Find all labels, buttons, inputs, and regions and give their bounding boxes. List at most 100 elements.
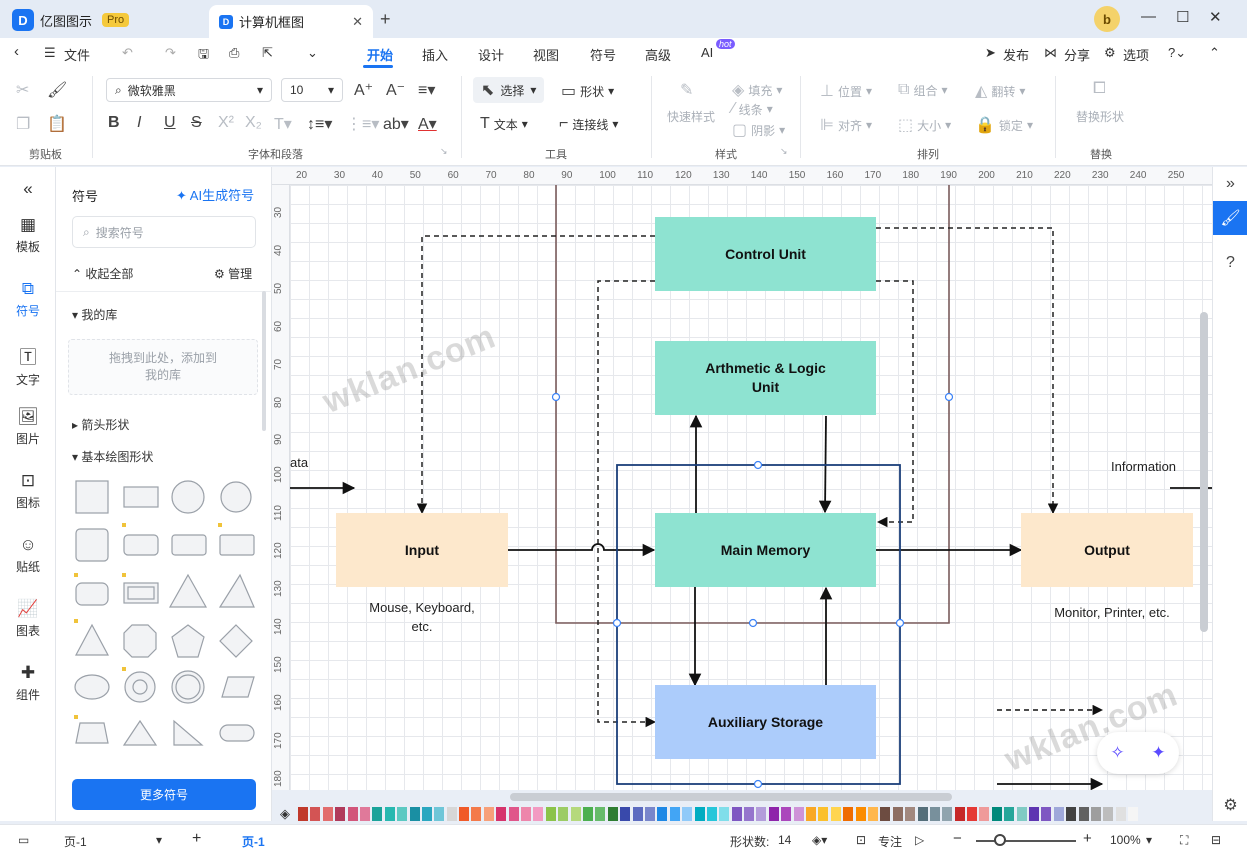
symbol-search-input[interactable]: ⌕ 搜索符号 [72,216,256,248]
color-swatch[interactable] [483,807,494,821]
color-swatch[interactable] [830,807,841,821]
color-swatch[interactable] [298,807,308,821]
paste-icon[interactable]: 📋 [47,114,67,134]
color-swatch[interactable] [929,807,940,821]
text-tool-button[interactable]: T 文本 ▾ [480,115,528,133]
tab-symbol[interactable]: 符号 [590,45,616,64]
page-tab-active[interactable]: 页-1 [242,833,265,850]
quick-style-icon[interactable]: ✎ [680,80,693,100]
tab-advanced[interactable]: 高级 [645,45,671,64]
bold-icon[interactable]: B [108,114,120,132]
color-swatch[interactable] [595,807,606,821]
color-swatch[interactable] [471,807,482,821]
rail-item-images[interactable]: 🖼 图片 [0,407,56,447]
my-library-drop-zone[interactable]: 拖拽到此处，添加到 我的库 [68,339,258,395]
color-swatch[interactable] [384,807,395,821]
undo-icon[interactable]: ↶ [122,45,133,61]
fit-page-icon[interactable]: ⛶ [1180,833,1188,848]
color-swatch[interactable] [1091,807,1101,821]
color-swatch[interactable] [496,807,507,821]
options-button[interactable]: 选项 [1123,45,1149,64]
fill-bucket-icon[interactable]: ◈ [280,806,290,822]
flip-button[interactable]: ◭ 翻转 ▾ [975,81,1025,101]
strikethrough-icon[interactable]: S [191,114,202,132]
chevron-down-icon[interactable]: ▾ [1146,833,1152,847]
color-swatch[interactable] [1078,807,1089,821]
replace-shape-icon[interactable]: ⧠ [1093,80,1106,98]
output-box[interactable]: Output [1021,513,1193,587]
tab-home[interactable]: 开始 [367,45,393,64]
panel-scrollbar[interactable] [262,291,266,431]
main-memory-box[interactable]: Main Memory [655,513,876,587]
rail-item-components[interactable]: ✚ 组件 [0,663,56,703]
color-swatch[interactable] [991,807,1002,821]
input-box[interactable]: Input [336,513,508,587]
rail-item-icons[interactable]: ⊡ 图标 [0,471,56,511]
copy-icon[interactable]: ❐ [16,114,30,134]
cut-icon[interactable]: ✂ [16,80,29,100]
color-swatch[interactable] [731,807,742,821]
color-swatch[interactable] [706,807,717,821]
text-case-icon[interactable]: ab▾ [383,114,409,134]
color-swatch[interactable] [335,807,346,821]
file-menu[interactable]: 文件 [64,45,90,64]
underline-icon[interactable]: U [164,114,176,132]
arrow-shapes-section[interactable]: ▸ 箭头形状 [72,416,129,433]
help-icon[interactable]: ?⌄ [1168,45,1186,61]
help-circle-icon[interactable]: ? [1213,246,1247,280]
color-swatch[interactable] [570,807,581,821]
publish-icon[interactable]: ➤ [985,45,996,61]
play-icon[interactable]: ▷ [915,833,924,847]
color-swatch[interactable] [1041,807,1052,821]
replace-shape-button[interactable]: 替换形状 [1076,108,1124,125]
color-swatch[interactable] [1053,807,1064,821]
color-swatch[interactable] [359,807,370,821]
output-caption[interactable]: Monitor, Printer, etc. [1032,603,1192,622]
vertical-scrollbar[interactable] [1200,312,1208,632]
increase-font-icon[interactable]: A⁺ [354,80,373,100]
collapse-ribbon-icon[interactable]: ⌃ [1209,45,1220,61]
shadow-button[interactable]: ▢ 阴影 ▾ [732,120,785,140]
shape-thumbnails[interactable] [72,477,258,757]
color-swatch[interactable] [942,807,953,821]
color-swatch[interactable] [1029,807,1040,821]
shape-tool-button[interactable]: ▭ 形状 ▾ [561,81,614,101]
app-home-tab[interactable]: D 亿图图示 Pro [12,6,130,34]
control-unit-box[interactable]: Control Unit [655,217,876,291]
expand-panel-icon[interactable]: » [1213,167,1247,201]
align-icon[interactable]: ≡▾ [418,80,435,100]
color-swatch[interactable] [372,807,383,821]
close-window-button[interactable]: ✕ [1209,8,1222,26]
file-menu-icon[interactable]: ☰ [44,45,56,61]
color-swatch[interactable] [1066,807,1077,821]
publish-button[interactable]: 发布 [1003,45,1029,64]
color-swatch[interactable] [397,807,408,821]
page-selector[interactable]: 页-1 [64,833,87,850]
color-swatch[interactable] [843,807,854,821]
line-button[interactable]: ⁄ 线条 ▾ [732,100,773,118]
quick-style-button[interactable]: 快速样式 [667,108,715,125]
color-swatch[interactable] [818,807,829,821]
more-tools-icon[interactable]: ⌄ [307,45,318,61]
data-in-label[interactable]: ata [290,453,308,472]
fullscreen-icon[interactable]: ⊟ [1211,833,1221,847]
color-swatch[interactable] [1004,807,1015,821]
information-label[interactable]: Information [1111,457,1176,476]
position-button[interactable]: ⊥ 位置 ▾ [820,81,872,101]
color-swatch[interactable] [409,807,420,821]
color-swatch[interactable] [979,807,990,821]
gear-icon[interactable]: ⚙ [1104,45,1116,61]
color-swatch[interactable] [694,807,705,821]
color-swatch[interactable] [905,807,916,821]
color-swatch[interactable] [607,807,618,821]
color-swatch[interactable] [793,807,804,821]
color-swatch[interactable] [434,807,445,821]
tab-design[interactable]: 设计 [478,45,504,64]
rail-item-symbols[interactable]: ⧉ 符号 [0,279,56,319]
zoom-slider-handle[interactable] [994,834,1006,846]
color-swatch[interactable] [632,807,643,821]
rail-item-templates[interactable]: ▦ 模板 [0,215,56,255]
decrease-font-icon[interactable]: A⁻ [386,80,405,100]
color-swatch[interactable] [855,807,866,821]
more-symbols-button[interactable]: 更多符号 [72,779,256,810]
